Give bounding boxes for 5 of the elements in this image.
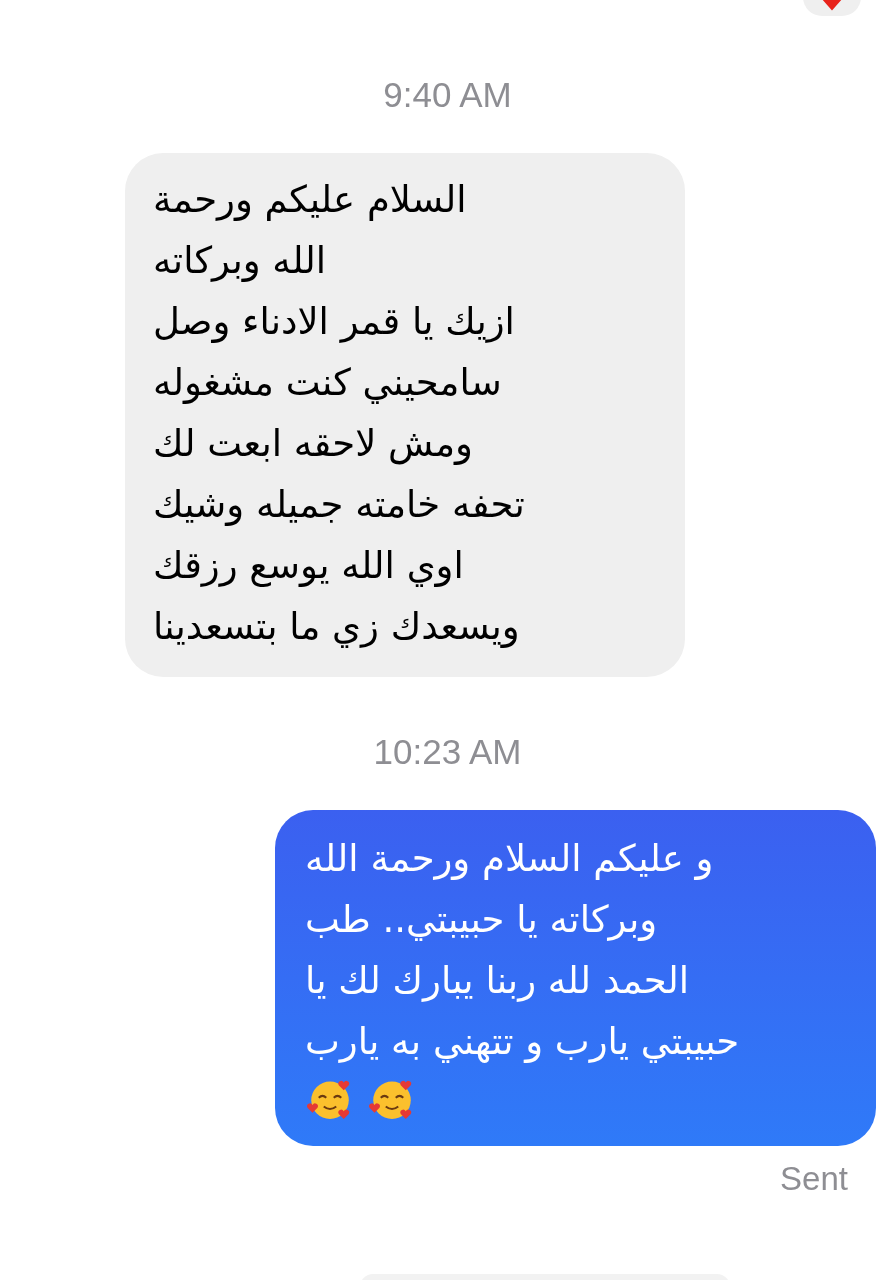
timestamp: 9:40 AM xyxy=(383,74,512,116)
outgoing-message-bubble: و عليكم السلام ورحمة الله وبركاته يا حبيبتي.. طب الحمد لله ربنا يبارك لك يا حبيبتي يارب و تتهني به يارب xyxy=(275,810,876,1146)
delivery-status: Sent xyxy=(780,1159,848,1199)
incoming-message-bubble: السلام عليكم ورحمة الله وبركاته ازيك يا قمر الادناء وصل سامحيني كنت مشغوله ومش لاحقه ابعت لك تحفه خامته جميله وشيك اوي الله يوسع رزقك ويسعدك زي ما بتسعدينا xyxy=(125,153,685,677)
timestamp: 10:23 AM xyxy=(373,731,522,773)
